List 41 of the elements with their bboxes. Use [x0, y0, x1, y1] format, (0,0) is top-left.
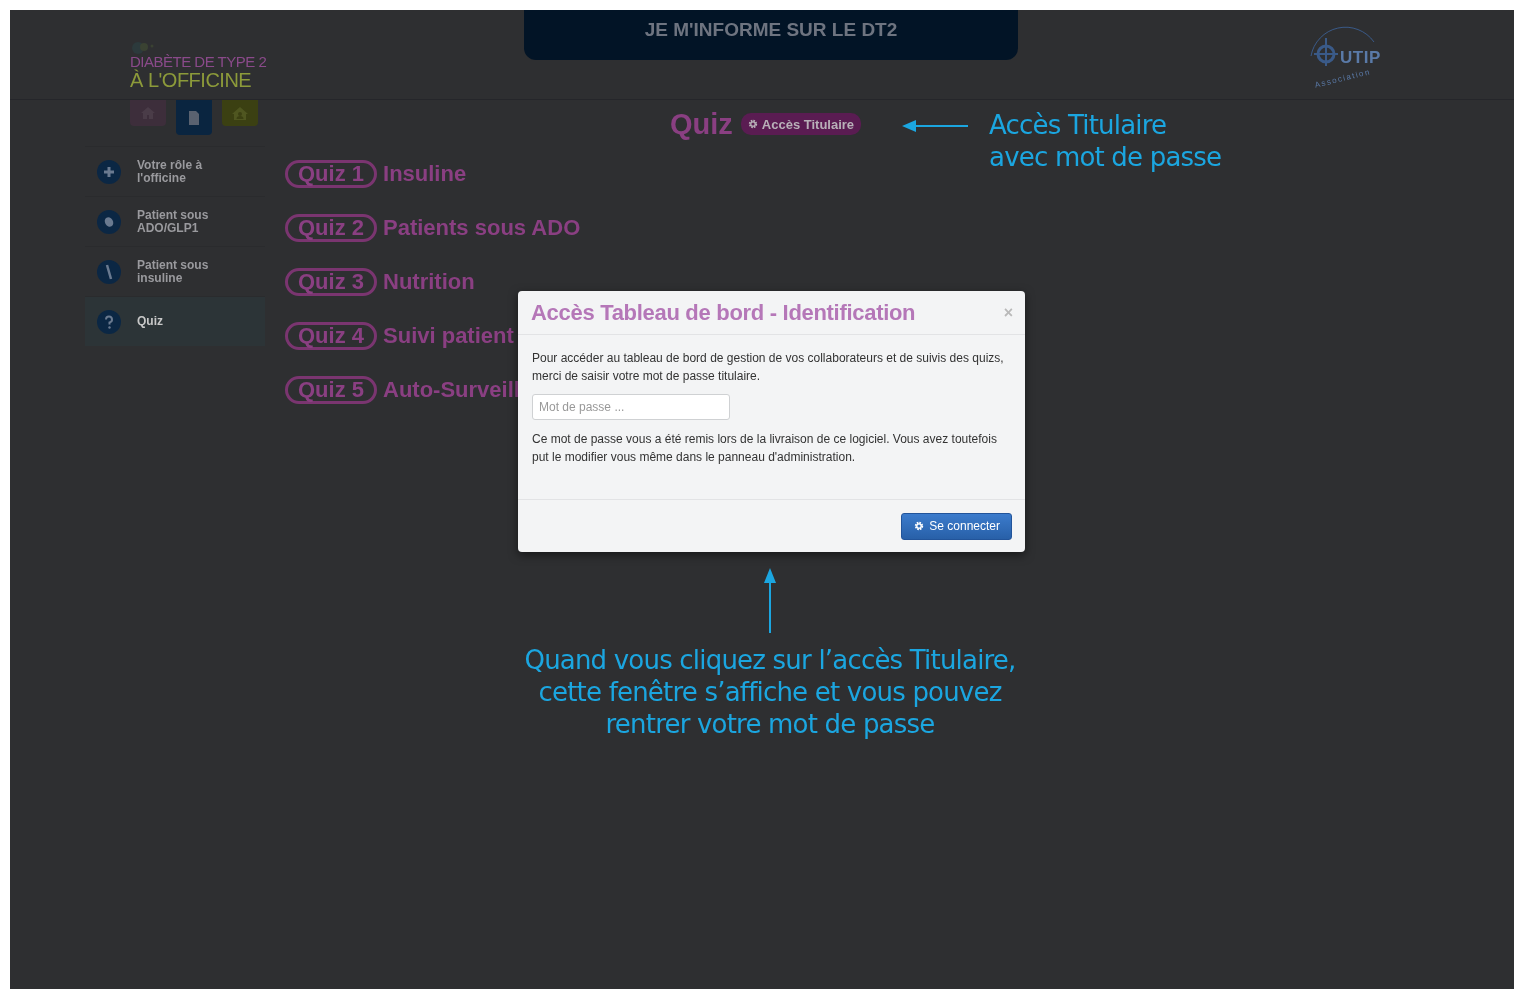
sidebar-item-label: Patient sous ADO/GLP1 — [137, 208, 210, 235]
question-icon — [97, 309, 121, 334]
document-icon — [188, 109, 200, 126]
dialog-text: Pour accéder au tableau de bord de gestion de vos collaborateurs et de suivis des quizs, merci de saisir votre mot de passe titulaire. — [532, 350, 1005, 385]
connect-button[interactable]: Se connecter — [901, 512, 1012, 540]
arrow — [902, 120, 969, 132]
quiz-title[interactable]: Nutrition — [383, 269, 475, 295]
gear-icon — [747, 119, 758, 129]
quiz-title[interactable]: Insuline — [383, 161, 467, 187]
arrow — [764, 568, 776, 634]
sidebar-item-label: Votre rôle à l'officine — [137, 158, 204, 185]
page-title: Quiz — [670, 107, 733, 141]
dialog-title: Accès Tableau de bord - Identification — [531, 299, 916, 326]
sidebar-tab[interactable] — [222, 100, 258, 126]
sidebar-item[interactable]: Quiz — [85, 296, 265, 346]
annotation-text: Quand vous cliquez sur l’accès Titulaire, cette fenêtre s’affiche et vous pouvez rentrer votre mot de passe — [524, 644, 1016, 740]
logo-text: DIABÈTE DE TYPE 2 — [130, 54, 268, 70]
quiz-tag: Quiz 5 — [285, 376, 377, 404]
plus-icon — [97, 159, 121, 184]
quiz-title[interactable]: Suivi patient — [383, 323, 514, 349]
access-button[interactable]: Accès Titulaire — [740, 113, 862, 135]
quiz-tag: Quiz 2 — [285, 214, 377, 242]
dialog-text: Ce mot de passe vous a été remis lors de la livraison de ce logiciel. Vous avez toutefois put le modifier vous même dans le panneau d'administration. — [532, 431, 998, 466]
quiz-tag: Quiz 3 — [285, 268, 377, 296]
gear-icon — [914, 521, 925, 531]
logo-text: À L'OFFICINE — [130, 70, 253, 90]
sidebar-item[interactable]: Patient sous ADO/GLP1 — [85, 196, 265, 246]
password-field[interactable]: Mot de passe ... — [532, 394, 730, 420]
quiz-tag: Quiz 4 — [285, 322, 377, 350]
info-banner-button[interactable]: JE M'INFORME SUR LE DT2 — [524, 10, 1018, 60]
syringe-icon — [97, 259, 121, 284]
sidebar-tab[interactable] — [130, 100, 166, 126]
quiz-tag: Quiz 1 — [285, 160, 377, 188]
quiz-title[interactable]: Patients sous ADO — [383, 215, 581, 241]
sidebar-item-label: Patient sous insuline — [137, 258, 210, 285]
sidebar-item[interactable]: Votre rôle à l'officine — [85, 146, 265, 196]
sidebar-tab[interactable] — [176, 100, 212, 135]
sidebar-item-label: Quiz — [137, 315, 164, 328]
pill-icon — [97, 209, 121, 234]
partner-name: UTIP — [1340, 48, 1381, 68]
annotation-text: Accès Titulaire avec mot de passe — [989, 109, 1222, 173]
